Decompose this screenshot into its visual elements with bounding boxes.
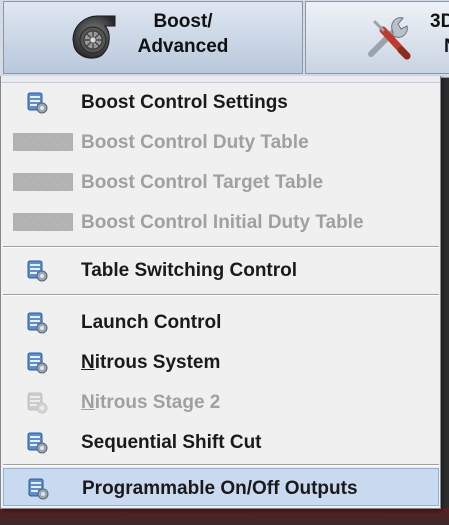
3d-tables-label: 3D N [430, 11, 449, 57]
menu-item-label: Boost Control Target Table [81, 172, 324, 193]
menu-item-launch-control[interactable]: Launch Control [3, 303, 439, 341]
mnemonic-letter: N [81, 392, 95, 413]
menu-separator [3, 246, 439, 248]
toolbar: Boost/ Advanced 3D N [0, 0, 449, 78]
menu-item-label: Table Switching Control [81, 260, 298, 281]
menu-item-label: Nitrous Stage 2 [81, 392, 220, 414]
background-bottom [0, 508, 449, 525]
background-right [440, 0, 449, 525]
menu-item-nitrous-stage-2[interactable]: Nitrous Stage 2 [3, 383, 439, 421]
menu-item-boost-control-settings[interactable]: Boost Control Settings [3, 83, 439, 121]
table-placeholder-icon [13, 213, 73, 231]
boost-advanced-button[interactable]: Boost/ Advanced [3, 1, 303, 74]
menu-item-programmable-on-off-outputs[interactable]: Programmable On/Off Outputs [3, 468, 439, 506]
table-placeholder-icon [13, 173, 73, 191]
label-rest: itrous System [94, 352, 221, 373]
menu-separator [3, 464, 439, 466]
turbo-icon [72, 15, 116, 59]
table-placeholder-icon [13, 133, 73, 151]
menu-item-boost-control-initial-duty-table[interactable]: Boost Control Initial Duty Table [3, 203, 439, 241]
settings-table-icon [27, 352, 48, 374]
settings-table-icon [27, 312, 48, 334]
menu-item-table-switching-control[interactable]: Table Switching Control [3, 251, 439, 289]
boost-advanced-label: Boost/ Advanced [137, 11, 229, 57]
menu-item-label: Programmable On/Off Outputs [82, 478, 358, 499]
label-rest: itrous Stage 2 [94, 392, 221, 413]
menu-item-label: Nitrous System [81, 352, 220, 374]
boost-advanced-menu: Boost Control Settings Boost Control Dut… [0, 76, 441, 509]
menu-item-label: Sequential Shift Cut [81, 432, 262, 453]
settings-table-icon [28, 478, 49, 500]
menu-top-edge [1, 76, 440, 83]
menu-item-label: Boost Control Duty Table [81, 132, 309, 153]
menu-item-label: Boost Control Initial Duty Table [81, 212, 364, 233]
settings-table-icon [27, 260, 48, 282]
settings-table-icon [27, 392, 48, 414]
menu-item-boost-control-target-table[interactable]: Boost Control Target Table [3, 163, 439, 201]
settings-table-icon [27, 92, 48, 114]
menu-item-label: Launch Control [81, 312, 222, 333]
menu-item-sequential-shift-cut[interactable]: Sequential Shift Cut [3, 423, 439, 461]
mnemonic-letter: N [81, 352, 95, 373]
settings-table-icon [27, 432, 48, 454]
menu-item-nitrous-system[interactable]: Nitrous System [3, 343, 439, 381]
menu-item-label: Boost Control Settings [81, 92, 288, 113]
menu-item-boost-control-duty-table[interactable]: Boost Control Duty Table [3, 123, 439, 161]
3d-tables-button[interactable]: 3D N [305, 1, 449, 74]
wrench-screwdriver-icon [368, 17, 411, 60]
menu-separator [3, 294, 439, 296]
